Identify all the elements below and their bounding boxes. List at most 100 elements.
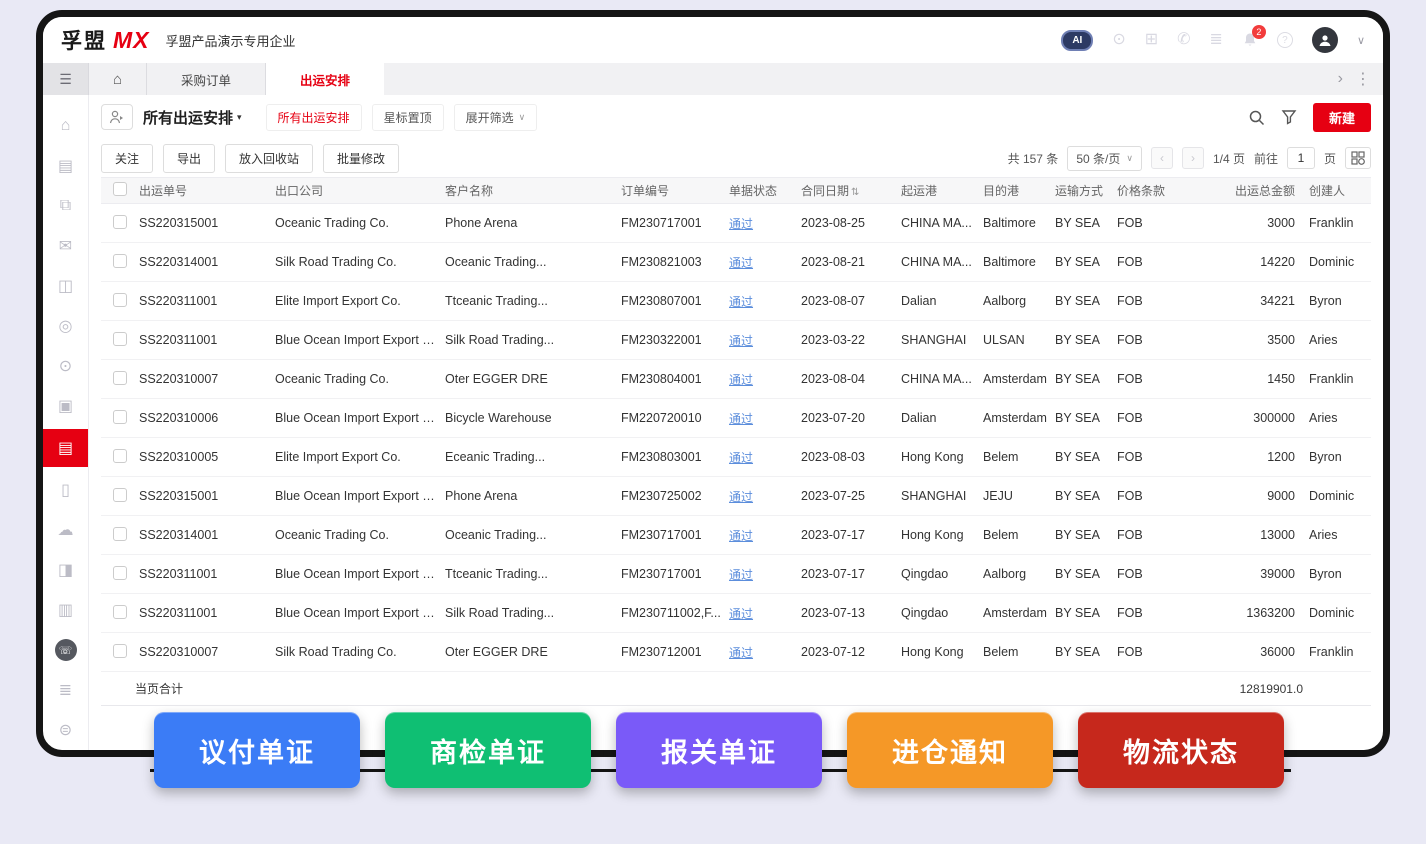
- org-icon[interactable]: ⧉: [43, 189, 88, 223]
- status-link[interactable]: 通过: [729, 295, 753, 309]
- row-checkbox[interactable]: [113, 526, 127, 541]
- col-price-term[interactable]: 价格条款: [1113, 182, 1193, 199]
- table-row[interactable]: SS220310005 Elite Import Export Co. Ecea…: [101, 438, 1371, 477]
- status-link[interactable]: 通过: [729, 256, 753, 270]
- shipping-docs-icon[interactable]: ▤: [43, 429, 88, 467]
- filter-pill-all[interactable]: 所有出运安排: [265, 103, 362, 131]
- col-order-no[interactable]: 订单编号: [617, 182, 725, 199]
- col-status[interactable]: 单据状态: [725, 182, 797, 199]
- chevron-down-icon[interactable]: ∨: [1357, 34, 1365, 47]
- column-settings-icon[interactable]: [1345, 147, 1371, 169]
- row-checkbox[interactable]: [113, 448, 127, 463]
- notebook-icon[interactable]: ◨: [43, 553, 88, 587]
- status-link[interactable]: 通过: [729, 373, 753, 387]
- table-row[interactable]: SS220314001 Oceanic Trading Co. Oceanic …: [101, 516, 1371, 555]
- status-link[interactable]: 通过: [729, 646, 753, 660]
- col-shipping-no[interactable]: 出运单号: [135, 182, 271, 199]
- table-row[interactable]: SS220311001 Blue Ocean Import Export Co.…: [101, 321, 1371, 360]
- row-checkbox[interactable]: [113, 331, 127, 346]
- sort-icon[interactable]: ⇅: [851, 187, 859, 198]
- table-row[interactable]: SS220311001 Blue Ocean Import Export Co.…: [101, 594, 1371, 633]
- database-icon[interactable]: ≣: [43, 673, 88, 707]
- filter-funnel-icon[interactable]: [1281, 109, 1297, 125]
- row-checkbox[interactable]: [113, 643, 127, 658]
- owner-filter-button[interactable]: [101, 104, 133, 130]
- status-link[interactable]: 通过: [729, 568, 753, 582]
- flow-step-button[interactable]: 进仓通知: [847, 712, 1053, 788]
- flow-step-button[interactable]: 议付单证: [154, 712, 360, 788]
- follow-button[interactable]: 关注: [101, 143, 154, 173]
- filter-expand-button[interactable]: 展开筛选 ∨: [453, 103, 538, 131]
- tab-shipping-arrangement[interactable]: 出运安排: [266, 63, 385, 95]
- home-icon[interactable]: ⌂: [43, 109, 88, 143]
- table-row[interactable]: SS220311001 Blue Ocean Import Export Co.…: [101, 555, 1371, 594]
- row-checkbox[interactable]: [113, 214, 127, 229]
- ai-assistant-button[interactable]: AI: [1061, 29, 1094, 51]
- col-export-company[interactable]: 出口公司: [271, 182, 441, 199]
- row-checkbox[interactable]: [113, 565, 127, 580]
- compass-icon[interactable]: ◎: [43, 309, 88, 343]
- apps-icon[interactable]: ⊞: [1145, 32, 1158, 48]
- col-transport[interactable]: 运输方式: [1051, 182, 1113, 199]
- cloud-service-icon[interactable]: ☁: [43, 513, 88, 547]
- phone-icon[interactable]: ✆: [1177, 32, 1190, 48]
- next-page-button[interactable]: ›: [1181, 147, 1204, 169]
- status-link[interactable]: 通过: [729, 334, 753, 348]
- col-contract-date[interactable]: 合同日期 ⇅: [797, 182, 897, 199]
- status-link[interactable]: 通过: [729, 217, 753, 231]
- notifications-button[interactable]: 2: [1242, 25, 1266, 48]
- batch-edit-button[interactable]: 批量修改: [323, 143, 400, 173]
- row-checkbox[interactable]: [113, 487, 127, 502]
- table-row[interactable]: SS220310007 Silk Road Trading Co. Oter E…: [101, 633, 1371, 672]
- recycle-bin-button[interactable]: 放入回收站: [225, 143, 314, 173]
- settings-icon[interactable]: ⊜: [43, 713, 88, 747]
- select-all-checkbox[interactable]: [113, 182, 127, 196]
- row-checkbox[interactable]: [113, 292, 127, 307]
- col-destination-port[interactable]: 目的港: [979, 182, 1051, 199]
- help-icon[interactable]: ?: [1276, 32, 1293, 48]
- briefcase-icon[interactable]: ▣: [43, 389, 88, 423]
- goto-page-input[interactable]: [1286, 147, 1315, 169]
- status-link[interactable]: 通过: [729, 451, 753, 465]
- status-link[interactable]: 通过: [729, 412, 753, 426]
- col-departure-port[interactable]: 起运港: [897, 182, 979, 199]
- headset-icon[interactable]: ⊙: [1112, 32, 1125, 48]
- search-icon[interactable]: [1248, 109, 1265, 126]
- table-row[interactable]: SS220314001 Silk Road Trading Co. Oceani…: [101, 243, 1371, 282]
- avatar[interactable]: [1311, 27, 1338, 53]
- company-icon[interactable]: ◫: [43, 269, 88, 303]
- table-row[interactable]: SS220310006 Blue Ocean Import Export Co.…: [101, 399, 1371, 438]
- status-link[interactable]: 通过: [729, 490, 753, 504]
- contacts-icon[interactable]: ▤: [43, 149, 88, 183]
- tab-purchase-orders[interactable]: 采购订单: [147, 63, 267, 95]
- flow-step-button[interactable]: 物流状态: [1078, 712, 1284, 788]
- kebab-menu-icon[interactable]: ⋮: [1355, 69, 1371, 89]
- book-icon[interactable]: ▯: [43, 473, 88, 507]
- mail-icon[interactable]: ✉: [43, 229, 88, 263]
- phone-service-icon[interactable]: ☏: [43, 633, 88, 667]
- list-icon[interactable]: ≣: [1210, 32, 1223, 48]
- sidebar-toggle-button[interactable]: ☰: [43, 63, 89, 95]
- table-row[interactable]: SS220315001 Oceanic Trading Co. Phone Ar…: [101, 204, 1371, 243]
- view-title-dropdown[interactable]: 所有出运安排 ▾: [143, 107, 242, 128]
- create-new-button[interactable]: 新建: [1312, 102, 1371, 132]
- flow-step-button[interactable]: 商检单证: [385, 712, 591, 788]
- tab-home[interactable]: ⌂: [89, 63, 147, 95]
- per-page-select[interactable]: 50 条/页 ∨: [1067, 145, 1142, 171]
- target-icon[interactable]: ⊙: [43, 349, 88, 383]
- chevron-right-icon[interactable]: ›: [1338, 70, 1343, 88]
- col-amount[interactable]: 出运总金额: [1193, 182, 1305, 199]
- table-row[interactable]: SS220311001 Elite Import Export Co. Ttce…: [101, 282, 1371, 321]
- row-checkbox[interactable]: [113, 409, 127, 424]
- col-customer[interactable]: 客户名称: [441, 182, 617, 199]
- prev-page-button[interactable]: ‹: [1150, 147, 1173, 169]
- table-row[interactable]: SS220315001 Blue Ocean Import Export Co.…: [101, 477, 1371, 516]
- export-button[interactable]: 导出: [163, 143, 216, 173]
- table-row[interactable]: SS220310007 Oceanic Trading Co. Oter EGG…: [101, 360, 1371, 399]
- row-checkbox[interactable]: [113, 604, 127, 619]
- status-link[interactable]: 通过: [729, 607, 753, 621]
- chart-icon[interactable]: ▥: [43, 593, 88, 627]
- col-creator[interactable]: 创建人: [1305, 182, 1371, 199]
- status-link[interactable]: 通过: [729, 529, 753, 543]
- filter-pill-starred[interactable]: 星标置顶: [371, 103, 444, 131]
